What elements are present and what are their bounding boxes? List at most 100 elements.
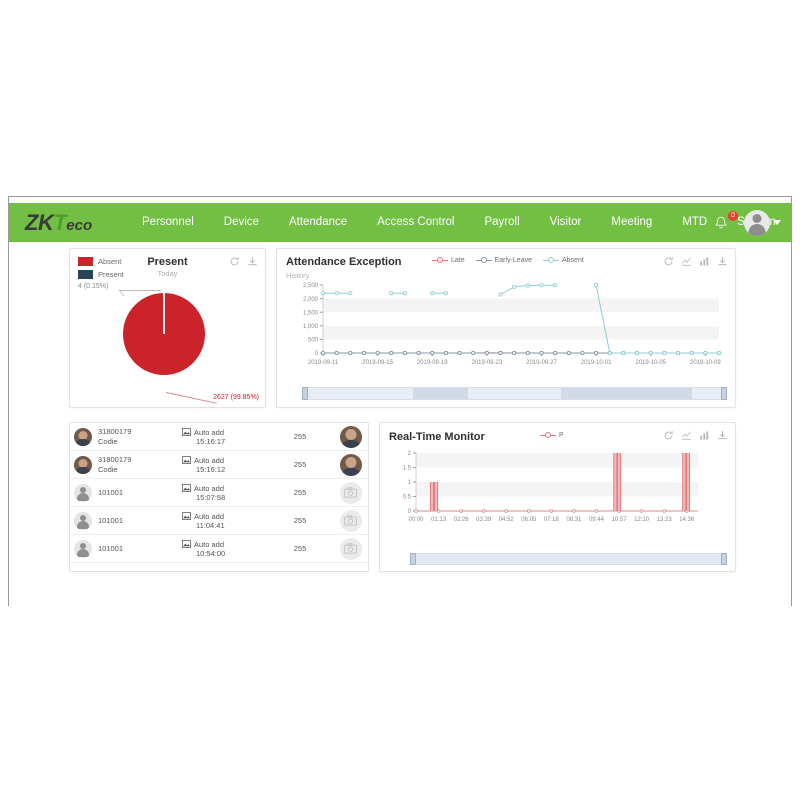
camera-placeholder-icon xyxy=(340,481,362,504)
refresh-icon[interactable] xyxy=(663,256,674,267)
download-icon[interactable] xyxy=(717,430,728,441)
svg-text:07:18: 07:18 xyxy=(544,517,560,523)
svg-text:2019-09-27: 2019-09-27 xyxy=(526,360,557,366)
bar-chart-icon[interactable] xyxy=(699,256,710,267)
line-chart-icon[interactable] xyxy=(681,430,692,441)
user-avatar-menu[interactable] xyxy=(744,209,781,236)
svg-text:04:52: 04:52 xyxy=(499,517,515,523)
list-item-photo xyxy=(340,453,362,476)
list-item-time: 15:16:17 xyxy=(196,436,226,446)
attendance-exception-plot: 0 500 1,000 1,500 2,000 2,500 2019-09-11 2019-… xyxy=(303,282,721,366)
dashboard-row-top: Absent Present Present Today 4 (0.15%) 2… xyxy=(69,248,736,408)
nav-right-actions: 0 xyxy=(714,203,781,242)
list-item-code: 255 xyxy=(293,460,307,469)
zoom-slider-shade xyxy=(412,388,468,399)
list-item-event-label: Auto add xyxy=(194,483,225,493)
nav-item-access-control[interactable]: Access Control xyxy=(362,203,469,242)
zoom-slider-handle-right[interactable] xyxy=(721,387,727,400)
legend-item-p[interactable]: P xyxy=(540,431,564,439)
list-item-avatar xyxy=(74,511,92,530)
nav-item-meeting[interactable]: Meeting xyxy=(596,203,667,242)
present-card-toolbar xyxy=(229,256,258,267)
list-item-code: 255 xyxy=(293,544,307,553)
list-item-event-label: Auto add xyxy=(194,427,225,437)
list-item-identity: 31800179 Codie xyxy=(98,455,182,475)
attendance-exception-card: Attendance Exception History Late Early-… xyxy=(276,248,736,408)
list-item[interactable]: 101001 Auto add 15:07:58 255 xyxy=(70,479,368,507)
list-item-event: Auto add 15:16:17 xyxy=(182,428,274,446)
image-icon xyxy=(182,456,191,464)
real-time-monitor-zoom-slider[interactable] xyxy=(410,553,727,565)
bell-icon xyxy=(715,216,727,228)
svg-text:2019-09-15: 2019-09-15 xyxy=(362,360,393,366)
list-item[interactable]: 31800179 Codie Auto add 15:16:17 255 xyxy=(70,423,368,451)
recent-events-list-card: 31800179 Codie Auto add 15:16:17 255 31800179… xyxy=(69,422,369,572)
svg-text:1: 1 xyxy=(408,480,412,486)
legend-item-late[interactable]: Late xyxy=(432,256,465,264)
svg-text:2,500: 2,500 xyxy=(303,283,319,289)
present-pie-chart: 4 (0.15%) 2627 (99.85%) xyxy=(70,283,265,405)
legend-marker-late xyxy=(432,256,448,264)
svg-text:13:23: 13:23 xyxy=(657,517,673,523)
line-chart-icon[interactable] xyxy=(681,256,692,267)
pie-slice-present xyxy=(163,293,165,334)
svg-text:2019-10-01: 2019-10-01 xyxy=(581,360,612,366)
svg-text:2019-10-09: 2019-10-09 xyxy=(690,360,721,366)
svg-text:02:26: 02:26 xyxy=(454,517,470,523)
svg-text:0.5: 0.5 xyxy=(403,495,412,501)
list-item[interactable]: 101001 Auto add 11:04:41 255 xyxy=(70,507,368,535)
list-item[interactable]: 101001 Auto add 10:54:00 255 xyxy=(70,535,368,563)
list-item-id: 101001 xyxy=(98,487,124,497)
download-icon[interactable] xyxy=(717,256,728,267)
list-item-time: 15:07:58 xyxy=(196,492,226,502)
list-item-identity: 101001 xyxy=(98,488,182,498)
top-navigation-bar: ZK T eco Personnel Device Attendance Acc… xyxy=(9,203,791,242)
zoom-slider-handle-right[interactable] xyxy=(721,553,727,565)
list-item-id: 31800179 xyxy=(98,426,132,436)
svg-text:1.5: 1.5 xyxy=(403,466,412,472)
nav-item-payroll[interactable]: Payroll xyxy=(469,203,534,242)
svg-text:12:10: 12:10 xyxy=(634,517,650,523)
svg-text:2019-09-19: 2019-09-19 xyxy=(417,360,448,366)
list-item-identity: 101001 xyxy=(98,544,182,554)
list-item-id: 31800179 xyxy=(98,454,132,464)
bar-chart-icon[interactable] xyxy=(699,430,710,441)
notification-bell-button[interactable]: 0 xyxy=(714,210,738,234)
refresh-icon[interactable] xyxy=(663,430,674,441)
list-item[interactable]: 31800179 Codie Auto add 15:16:12 255 xyxy=(70,451,368,479)
legend-item-early-leave[interactable]: Early-Leave xyxy=(475,256,532,264)
legend-label-late: Late xyxy=(451,256,465,264)
list-item-event-label: Auto add xyxy=(194,539,225,549)
legend-item-absent[interactable]: Absent xyxy=(542,256,584,264)
camera-placeholder-icon xyxy=(340,537,362,560)
nav-item-personnel[interactable]: Personnel xyxy=(127,203,209,242)
nav-item-device[interactable]: Device xyxy=(209,203,274,242)
chevron-down-icon xyxy=(773,220,781,225)
pie-leader-line-major xyxy=(166,392,218,404)
list-item-avatar xyxy=(74,455,92,474)
download-icon[interactable] xyxy=(247,256,258,267)
list-item-id: 101001 xyxy=(98,543,124,553)
pie-label-minor: 4 (0.15%) xyxy=(78,283,109,290)
list-item-event: Auto add 11:04:41 xyxy=(182,512,274,530)
svg-text:14:36: 14:36 xyxy=(679,517,695,523)
attendance-exception-zoom-slider[interactable] xyxy=(302,387,727,400)
refresh-icon[interactable] xyxy=(229,256,240,267)
legend-marker-p xyxy=(540,431,556,439)
list-item-avatar xyxy=(74,483,92,502)
present-card-subtitle: Today xyxy=(157,269,178,278)
real-time-monitor-title: Real-Time Monitor xyxy=(389,431,485,443)
attendance-exception-subtitle: History xyxy=(286,271,310,280)
nav-item-visitor[interactable]: Visitor xyxy=(535,203,597,242)
list-item-time: 15:16:12 xyxy=(196,464,226,474)
list-item-code: 255 xyxy=(293,432,307,441)
application-window: ZK T eco Personnel Device Attendance Acc… xyxy=(8,196,792,606)
svg-text:2: 2 xyxy=(408,451,412,457)
list-item-photo xyxy=(340,425,362,448)
zoom-slider-handle-left[interactable] xyxy=(410,553,416,565)
zoom-slider-handle-left[interactable] xyxy=(302,387,308,400)
nav-item-attendance[interactable]: Attendance xyxy=(274,203,362,242)
dashboard-content: Absent Present Present Today 4 (0.15%) 2… xyxy=(9,242,791,606)
svg-text:08:31: 08:31 xyxy=(566,517,582,523)
list-item-id: 101001 xyxy=(98,515,124,525)
